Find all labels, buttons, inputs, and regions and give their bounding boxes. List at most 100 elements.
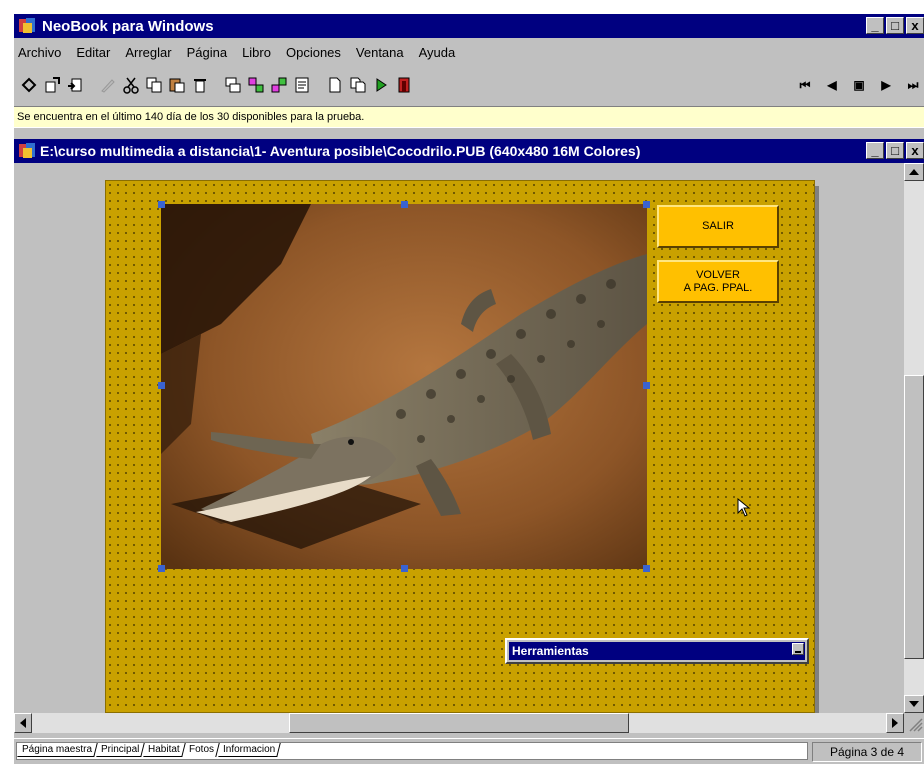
page-tabs: Página maestra Principal Habitat Fotos I… [16,742,808,760]
resize-grip[interactable] [904,713,924,733]
herramientas-title: Herramientas [512,644,589,658]
menu-editar[interactable]: Editar [76,45,110,60]
pointer-tool-icon [21,77,37,93]
edit-button[interactable] [97,74,119,96]
cut-button[interactable] [120,74,142,96]
first-page-button[interactable]: ⏮ [795,74,815,96]
tab-principal[interactable]: Principal [96,743,146,757]
tab-habitat[interactable]: Habitat [143,743,186,757]
menu-bar: Archivo Editar Arreglar Página Libro Opc… [14,38,924,66]
neobook-app-icon[interactable] [18,17,38,35]
last-page-icon: ⏭ [907,77,919,92]
maximize-button[interactable]: □ [886,17,904,34]
run-button[interactable] [370,74,392,96]
paste-icon [169,78,185,93]
horizontal-scroll-thumb[interactable] [289,713,629,733]
object-button[interactable] [222,74,244,96]
import-button[interactable] [41,74,63,96]
last-page-button[interactable]: ⏭ [903,74,923,96]
doc-minimize-button[interactable]: _ [866,142,884,159]
export-icon [68,78,82,92]
ungroup-button[interactable] [268,74,290,96]
resize-grip-icon [909,718,923,732]
selection-handle-bottom-right[interactable] [643,565,650,572]
mouse-cursor-icon [737,497,751,523]
herramientas-titlebar[interactable]: Herramientas [509,642,805,660]
tab-informacion[interactable]: Informacion [218,743,282,757]
scroll-up-button[interactable] [904,163,924,181]
palette-close-button[interactable] [792,643,804,655]
arrow-down-icon [909,701,919,707]
next-page-button[interactable]: ▶ [876,74,896,96]
menu-libro[interactable]: Libro [242,45,271,60]
document-icon[interactable] [18,142,38,160]
scroll-left-button[interactable] [14,713,32,733]
document-titlebar[interactable]: E:\curso multimedia a distancia\1- Avent… [14,139,924,163]
exit-icon [398,77,410,93]
selection-handle-bottom-left[interactable] [158,565,165,572]
page-navigation: ⏮ ◀ ▣ ▶ ⏭ [795,74,924,96]
menu-pagina[interactable]: Página [187,45,227,60]
group-button[interactable] [245,74,267,96]
properties-button[interactable] [291,74,313,96]
crocodile-image [161,204,647,569]
properties-icon [295,77,309,93]
app-chrome: Archivo Editar Arreglar Página Libro Opc… [14,38,924,106]
pointer-tool-button[interactable] [18,74,40,96]
delete-button[interactable] [189,74,211,96]
minimize-icon: _ [871,143,879,158]
copy-page-button[interactable] [347,74,369,96]
goto-page-button[interactable]: ▣ [849,74,869,96]
doc-close-button[interactable]: x [906,142,924,159]
crocodile-photo[interactable] [161,204,647,569]
close-icon [795,651,801,653]
bottom-bar: Página maestra Principal Habitat Fotos I… [14,738,924,764]
vertical-scrollbar[interactable] [904,163,924,713]
minimize-button[interactable]: _ [866,17,884,34]
doc-maximize-button[interactable]: □ [886,142,904,159]
selection-handle-top-right[interactable] [643,201,650,208]
selection-handle-middle-left[interactable] [158,382,165,389]
vertical-scroll-thumb[interactable] [904,375,924,659]
menu-ventana[interactable]: Ventana [356,45,404,60]
close-button[interactable]: x [906,17,924,34]
exit-button[interactable] [393,74,415,96]
next-page-icon: ▶ [881,78,891,92]
scroll-right-button[interactable] [886,713,904,733]
new-page-icon [329,77,341,93]
new-page-button[interactable] [324,74,346,96]
paste-button[interactable] [166,74,188,96]
menu-ayuda[interactable]: Ayuda [419,45,456,60]
volver-button[interactable]: VOLVER A PAG. PPAL. [657,260,779,303]
close-icon: x [911,143,919,158]
tab-fotos[interactable]: Fotos [184,743,220,757]
selection-handle-bottom-middle[interactable] [401,565,408,572]
selection-handle-top-left[interactable] [158,201,165,208]
document-title: E:\curso multimedia a distancia\1- Avent… [40,143,641,159]
menu-arreglar[interactable]: Arreglar [125,45,171,60]
scroll-down-button[interactable] [904,695,924,713]
tab-pagina-maestra[interactable]: Página maestra [17,743,98,757]
copy-button[interactable] [143,74,165,96]
app-title: NeoBook para Windows [42,17,214,35]
page-status-text: Página 3 de 4 [829,745,905,759]
menu-archivo[interactable]: Archivo [18,45,61,60]
page-status: Página 3 de 4 [812,742,922,762]
prev-page-icon: ◀ [827,78,837,92]
export-button[interactable] [64,74,86,96]
volver-label: VOLVER A PAG. PPAL. [683,268,753,294]
prev-page-button[interactable]: ◀ [822,74,842,96]
cut-icon [123,77,139,94]
edit-icon [101,79,115,93]
maximize-icon: □ [891,18,899,33]
desktop-strip [0,0,924,14]
horizontal-scrollbar[interactable] [14,713,904,733]
window-controls: _ □ x [866,17,924,34]
salir-button[interactable]: SALIR [657,205,779,248]
menu-opciones[interactable]: Opciones [286,45,341,60]
arrow-right-icon [892,718,898,728]
app-titlebar[interactable]: NeoBook para Windows _ □ x [14,14,924,38]
herramientas-palette[interactable]: Herramientas [505,638,809,664]
selection-handle-top-middle[interactable] [401,201,408,208]
selection-handle-middle-right[interactable] [643,382,650,389]
